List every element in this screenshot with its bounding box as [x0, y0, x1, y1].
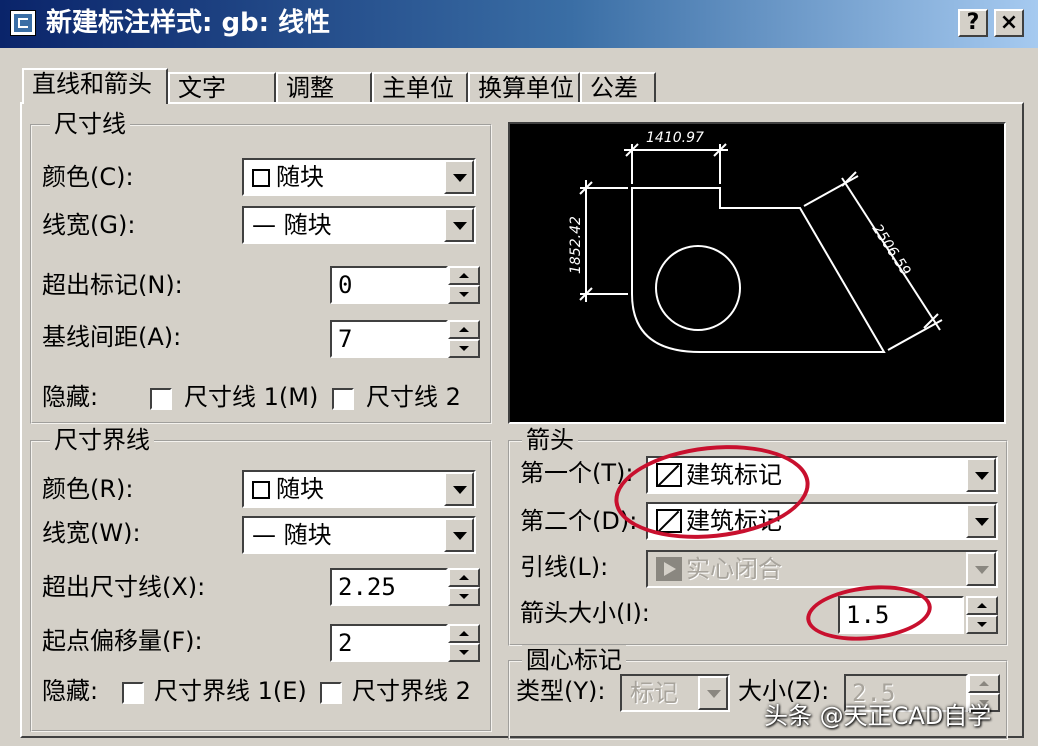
dim-line-lineweight-value: — 随块: [252, 211, 332, 239]
preview-dim-diag: 2506.59: [869, 221, 914, 278]
center-mark-type-value: 标记: [630, 679, 678, 707]
ext-line-lineweight-select[interactable]: — 随块: [242, 516, 476, 554]
chevron-down-icon[interactable]: [698, 676, 728, 710]
dimension-preview: 1410.97 1852.42 2506.59: [508, 122, 1006, 424]
tab-tolerances[interactable]: 公差: [580, 72, 656, 102]
baseline-spacing-label: 基线间距(A):: [42, 323, 182, 351]
dim-line-color-select[interactable]: 随块: [242, 158, 476, 196]
ext-beyond-dim-spinner[interactable]: [448, 568, 480, 606]
preview-dim-top: 1410.97: [646, 130, 704, 146]
chevron-down-icon[interactable]: [444, 160, 474, 194]
spin-up-icon[interactable]: [448, 266, 480, 285]
tab-lines-arrows[interactable]: 直线和箭头: [22, 68, 168, 104]
ext-line-lineweight-value: — 随块: [252, 521, 332, 549]
leader-arrow-select[interactable]: 实心闭合: [646, 550, 998, 588]
center-mark-type-select[interactable]: 标记: [620, 674, 730, 712]
spin-up-icon[interactable]: [448, 624, 480, 643]
tab-alternate-units[interactable]: 换算单位: [468, 72, 580, 102]
color-swatch-icon: [252, 169, 270, 187]
spin-down-icon[interactable]: [448, 339, 480, 358]
tab-primary-units[interactable]: 主单位: [372, 72, 468, 102]
suppress-dim-line-2-label: 尺寸线 2: [366, 383, 461, 411]
ext-line-color-select[interactable]: 随块: [242, 470, 476, 508]
dim-line-extend-value: 0: [338, 271, 353, 299]
dim-line-extend-spinner[interactable]: [448, 266, 480, 304]
suppress-ext-line-2-checkbox[interactable]: [320, 682, 342, 704]
dim-line-color-label: 颜色(C):: [42, 163, 134, 191]
tab-fit[interactable]: 调整: [276, 72, 372, 102]
spin-up-icon[interactable]: [448, 568, 480, 587]
closed-filled-arrow-icon: [656, 557, 682, 581]
dim-line-suppress-label: 隐藏:: [42, 383, 99, 411]
chevron-down-icon[interactable]: [444, 472, 474, 506]
chevron-down-icon[interactable]: [966, 458, 996, 492]
dim-line-lineweight-label: 线宽(G):: [42, 211, 136, 239]
ext-line-suppress-label: 隐藏:: [42, 677, 99, 705]
dim-line-group-label: 尺寸线: [50, 109, 130, 139]
center-mark-type-label: 类型(Y):: [516, 677, 606, 705]
spin-up-icon[interactable]: [448, 320, 480, 339]
origin-offset-value: 2: [338, 629, 353, 657]
close-button[interactable]: ×: [994, 9, 1024, 37]
spin-up-icon[interactable]: [966, 596, 998, 615]
help-button[interactable]: ?: [958, 9, 988, 37]
suppress-dim-line-1-checkbox[interactable]: [150, 388, 172, 410]
suppress-ext-line-2-label: 尺寸界线 2: [352, 677, 471, 705]
spin-up-icon[interactable]: [968, 674, 1000, 693]
suppress-dim-line-1-label: 尺寸线 1(M): [184, 383, 319, 411]
baseline-spacing-spinner[interactable]: [448, 320, 480, 358]
suppress-dim-line-2-checkbox[interactable]: [332, 388, 354, 410]
ext-beyond-dim-label: 超出尺寸线(X):: [42, 573, 206, 601]
dim-line-color-value: 随块: [276, 163, 324, 191]
center-marks-group-label: 圆心标记: [522, 645, 626, 675]
origin-offset-label: 起点偏移量(F):: [42, 627, 203, 655]
first-arrow-label: 第一个(T):: [520, 459, 634, 487]
ext-beyond-dim-value: 2.25: [338, 573, 396, 601]
watermark: 头条 @天正CAD自学: [764, 702, 992, 730]
spin-down-icon[interactable]: [448, 643, 480, 662]
preview-drawing: 1410.97 1852.42 2506.59: [568, 130, 943, 353]
arrow-size-label: 箭头大小(I):: [520, 599, 650, 627]
spin-down-icon[interactable]: [448, 587, 480, 606]
ext-beyond-dim-input[interactable]: 2.25: [330, 568, 448, 606]
chevron-down-icon[interactable]: [444, 518, 474, 552]
arrow-size-spinner[interactable]: [966, 596, 998, 634]
tab-text[interactable]: 文字: [168, 72, 276, 102]
color-swatch-icon: [252, 481, 270, 499]
chevron-down-icon[interactable]: [966, 504, 996, 538]
dim-line-extend-label: 超出标记(N):: [42, 271, 183, 299]
origin-offset-spinner[interactable]: [448, 624, 480, 662]
ext-line-color-label: 颜色(R):: [42, 475, 134, 503]
app-icon: [10, 10, 36, 36]
leader-arrow-label: 引线(L):: [520, 553, 609, 581]
spin-down-icon[interactable]: [448, 285, 480, 304]
suppress-ext-line-1-label: 尺寸界线 1(E): [154, 677, 307, 705]
baseline-spacing-value: 7: [338, 325, 353, 353]
leader-arrow-value: 实心闭合: [686, 555, 782, 583]
dim-line-lineweight-select[interactable]: — 随块: [242, 206, 476, 244]
dim-line-extend-input[interactable]: 0: [330, 266, 448, 304]
suppress-ext-line-1-checkbox[interactable]: [122, 682, 144, 704]
ext-line-color-value: 随块: [276, 475, 324, 503]
ext-line-lineweight-label: 线宽(W):: [42, 519, 141, 547]
arrowheads-group-label: 箭头: [522, 425, 578, 455]
baseline-spacing-input[interactable]: 7: [330, 320, 448, 358]
window-title: 新建标注样式: gb: 线性: [46, 8, 331, 38]
chevron-down-icon[interactable]: [966, 552, 996, 586]
spin-down-icon[interactable]: [966, 615, 998, 634]
ext-line-group-label: 尺寸界线: [50, 425, 154, 455]
title-bar: 新建标注样式: gb: 线性 ? ×: [0, 0, 1038, 48]
origin-offset-input[interactable]: 2: [330, 624, 448, 662]
preview-dim-left: 1852.42: [568, 216, 584, 274]
chevron-down-icon[interactable]: [444, 208, 474, 242]
